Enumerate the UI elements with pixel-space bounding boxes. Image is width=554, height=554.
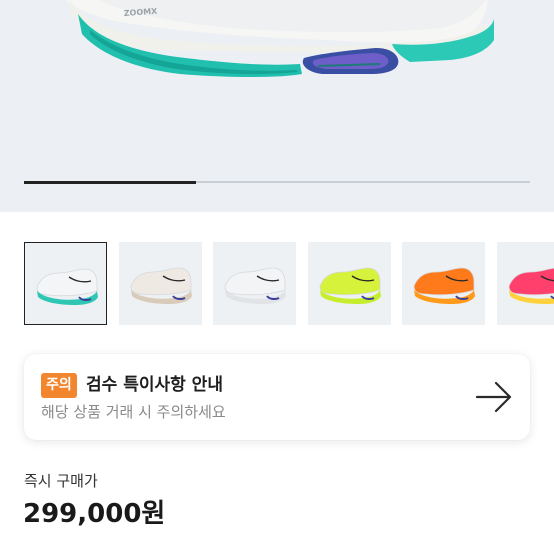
product-thumbnail[interactable] <box>497 242 554 325</box>
product-thumbnail[interactable] <box>213 242 297 325</box>
shoe-pink-yellow-image <box>508 267 554 304</box>
product-thumbnail[interactable] <box>307 242 391 325</box>
image-slider-progress-fill <box>24 180 197 184</box>
caution-badge: 주의 <box>41 373 77 398</box>
notice-title: 검수 특이사항 안내 <box>86 375 223 395</box>
thumbnail-list <box>24 242 554 326</box>
instant-buy-price-label: 즉시 구매가 <box>24 472 98 490</box>
product-thumbnail[interactable] <box>402 242 486 325</box>
arrow-right-icon[interactable] <box>475 381 513 413</box>
product-thumbnail[interactable] <box>24 242 107 325</box>
shoe-white-pink-image <box>130 267 192 304</box>
image-slider-progress[interactable] <box>24 180 530 184</box>
shoe-orange-image <box>413 267 476 304</box>
notice-subtitle: 해당 상품 거래 시 주의하세요 <box>41 403 226 421</box>
shoe-volt-image <box>319 267 381 304</box>
shoe-white-teal-image <box>36 268 98 305</box>
inspection-notice-card[interactable]: 주의 검수 특이사항 안내 해당 상품 거래 시 주의하세요 <box>24 354 530 440</box>
instant-buy-price-value: 299,000원 <box>23 499 166 529</box>
product-thumbnail[interactable] <box>118 242 202 325</box>
shoe-white-black-image <box>224 267 287 304</box>
product-hero-image-area[interactable]: ZOOMX <box>0 0 554 212</box>
